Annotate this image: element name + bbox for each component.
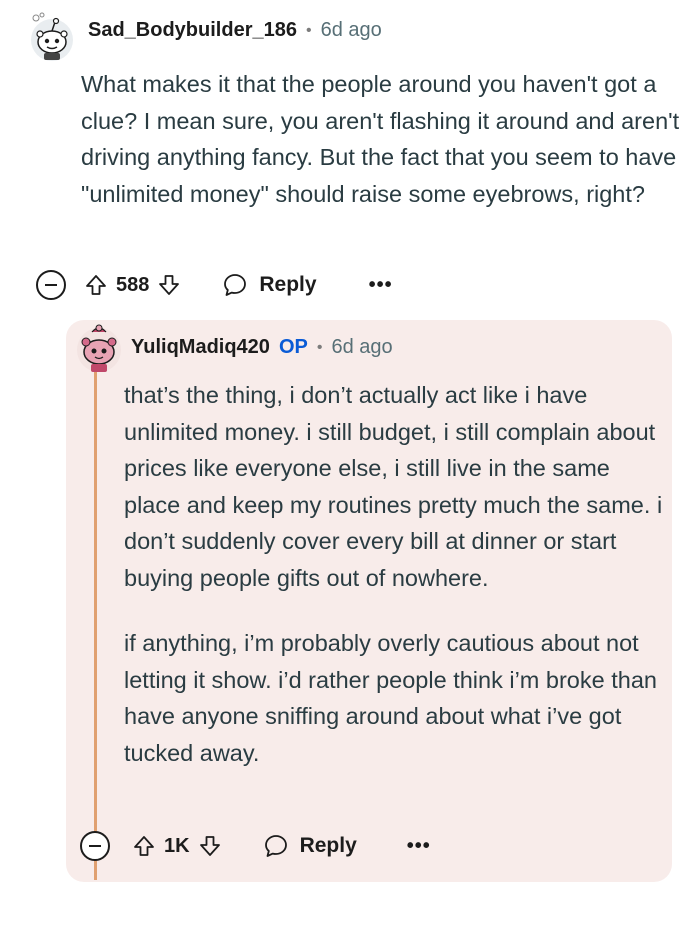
upvote-icon[interactable] [84, 273, 108, 297]
avatar[interactable] [22, 10, 74, 62]
vote-group: 1K [132, 834, 222, 858]
comment-bubble-icon [224, 274, 247, 296]
upvote-icon[interactable] [132, 834, 156, 858]
comment-header: Sad_Bodybuilder_186 • 6d ago [88, 19, 382, 42]
minus-icon [89, 845, 101, 847]
collapse-button[interactable] [36, 270, 66, 300]
avatar[interactable] [74, 322, 124, 374]
downvote-icon[interactable] [157, 273, 181, 297]
reply-actions: 1K Reply ••• [80, 826, 431, 866]
snoo-avatar-icon [77, 324, 121, 372]
reply-header: YuliqMadiq420 OP • 6d ago [131, 336, 393, 359]
minus-icon [45, 284, 57, 286]
reply-label: Reply [259, 273, 317, 296]
vote-group: 588 [84, 273, 181, 297]
timestamp: 6d ago [320, 19, 382, 41]
reply-label: Reply [299, 834, 357, 857]
vote-count: 588 [116, 273, 150, 296]
comment-body: What makes it that the people around you… [81, 71, 680, 207]
vote-count: 1K [164, 834, 190, 857]
comment: Sad_Bodybuilder_186 • 6d ago What makes … [0, 0, 700, 310]
more-options-button[interactable]: ••• [407, 836, 431, 856]
username[interactable]: YuliqMadiq420 [131, 336, 270, 359]
downvote-icon[interactable] [198, 834, 222, 858]
snoo-avatar-icon [31, 12, 73, 61]
reply-button[interactable]: Reply [262, 832, 357, 860]
reply-paragraph: that’s the thing, i don’t actually act l… [124, 382, 663, 591]
collapse-button[interactable] [80, 831, 110, 861]
username[interactable]: Sad_Bodybuilder_186 [88, 19, 297, 42]
reply-button[interactable]: Reply [221, 271, 317, 299]
more-options-button[interactable]: ••• [369, 275, 393, 295]
timestamp: 6d ago [331, 336, 393, 358]
separator-dot: • [316, 338, 323, 356]
thread-line[interactable] [94, 335, 97, 880]
comment-bubble-icon [264, 835, 287, 857]
separator-dot: • [305, 21, 312, 39]
reply-body: that’s the thing, i don’t actually act l… [124, 377, 664, 771]
reply-paragraph: if anything, i’m probably overly cautiou… [124, 630, 657, 766]
comment-actions: 588 Reply ••• [36, 265, 393, 305]
op-badge: OP [278, 336, 308, 358]
